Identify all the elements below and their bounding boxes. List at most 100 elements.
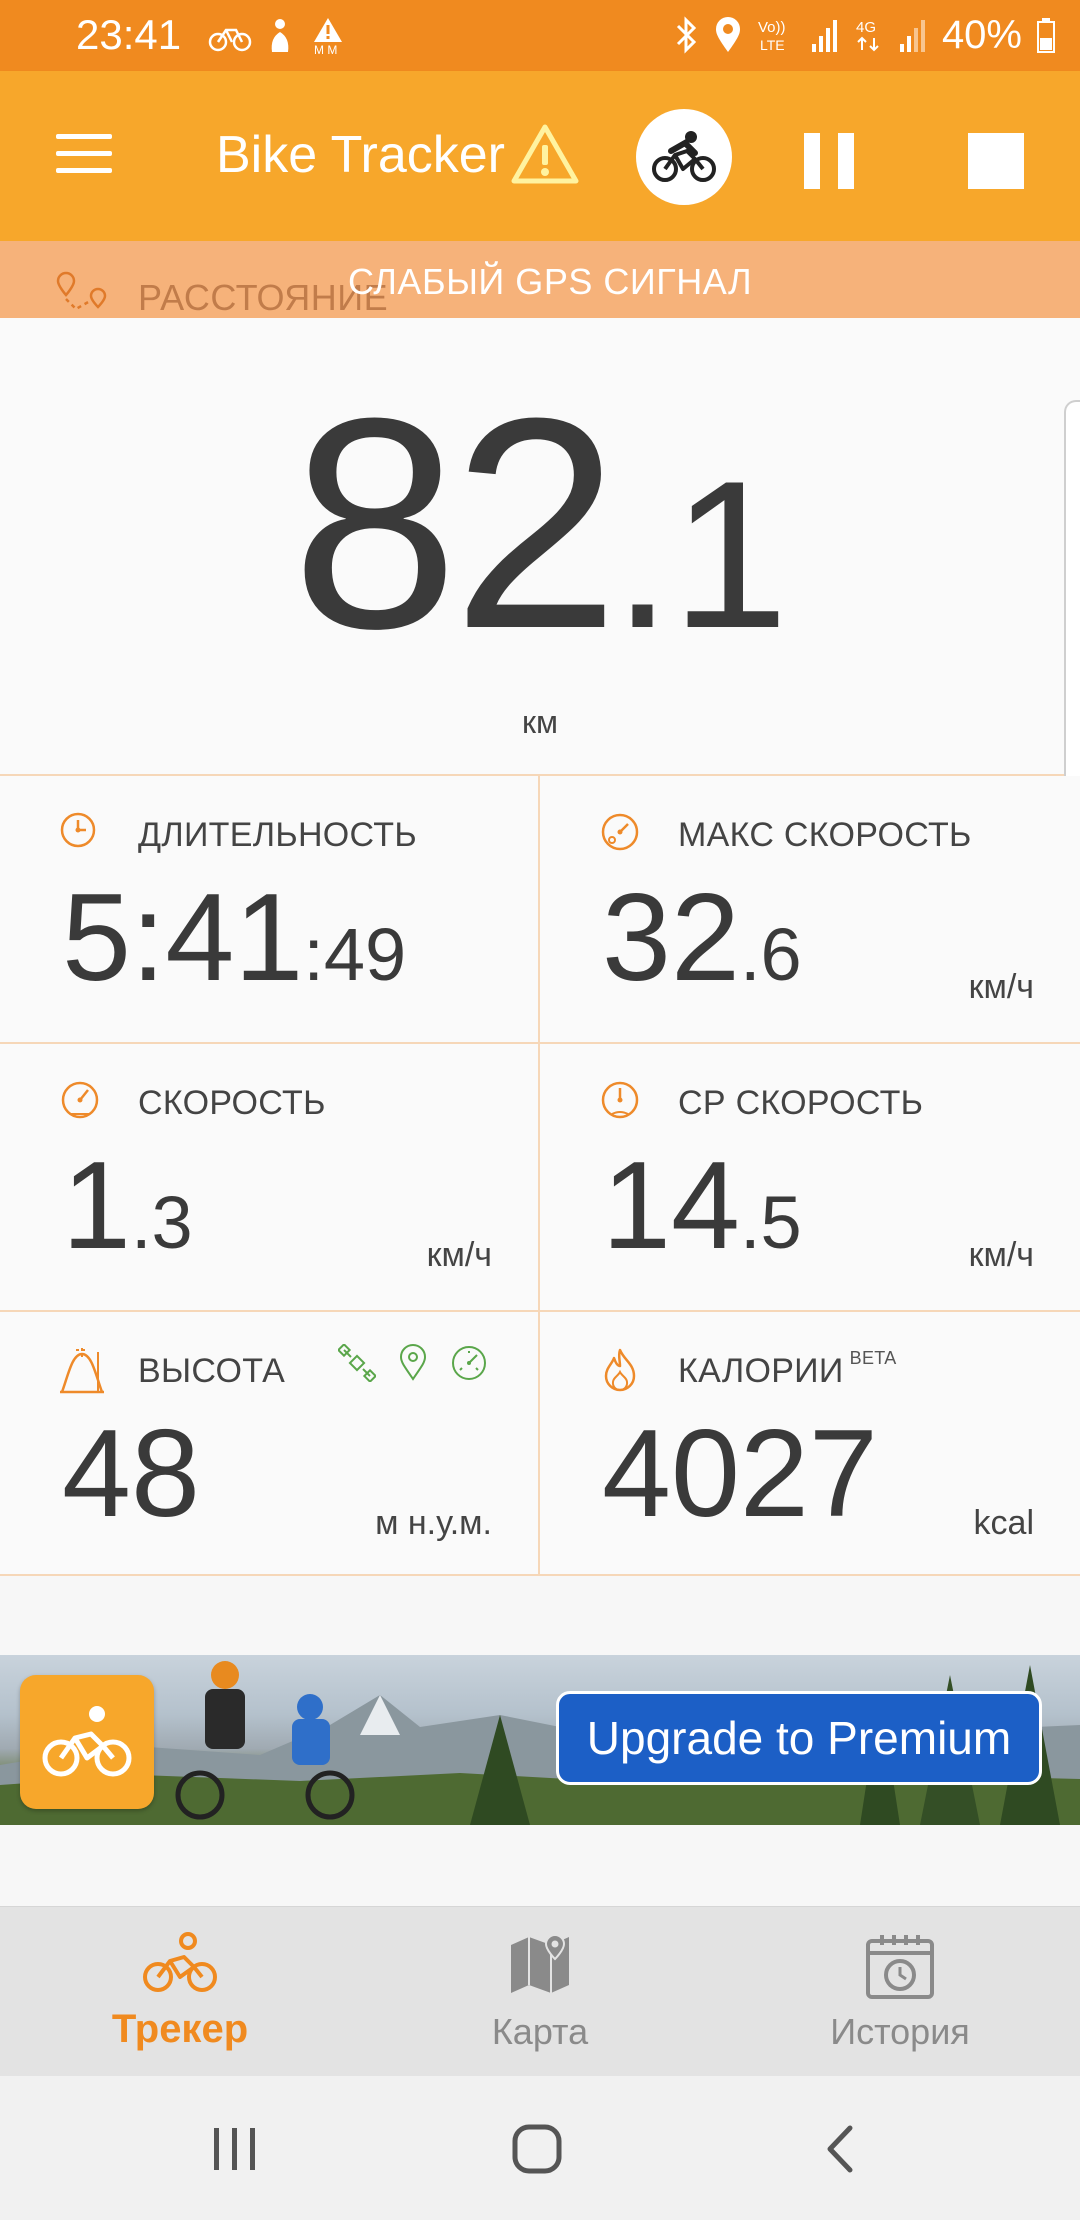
network-4g-icon: 4G — [856, 19, 879, 52]
avg-speed-decimal: .5 — [739, 1181, 802, 1264]
speedometer-avg-icon — [601, 1081, 639, 1119]
altitude-icon — [60, 1348, 104, 1394]
clock-icon — [60, 812, 96, 848]
recent-apps-icon[interactable] — [210, 2124, 260, 2174]
person-notification-icon — [271, 19, 289, 52]
status-time: 23:41 — [76, 11, 182, 58]
tab-history[interactable]: История — [720, 1907, 1080, 2077]
gps-warning-strip: РАССТОЯНИЕ СЛАБЫЙ GPS СИГНАЛ — [0, 241, 1080, 318]
gps-warning-text: СЛАБЫЙ GPS СИГНАЛ — [348, 261, 753, 302]
premium-banner[interactable]: Upgrade to Premium — [0, 1655, 1080, 1825]
speedometer-icon — [61, 1081, 99, 1119]
duration-seconds: :49 — [303, 913, 407, 996]
avg-speed-label: СР СКОРОСТЬ — [678, 1084, 924, 1122]
duration-main: 5:41 — [62, 869, 304, 1007]
svg-text:4G: 4G — [856, 19, 876, 36]
app-title: Bike Tracker — [216, 126, 505, 184]
altitude-cell[interactable]: ВЫСОТА 48 м н.у.м. — [0, 1312, 540, 1576]
system-navigation-bar — [0, 2076, 1080, 2220]
pause-bar — [838, 133, 854, 189]
duration-cell[interactable]: ДЛИТЕЛЬНОСТЬ 5:41:49 — [0, 776, 540, 1044]
mm-label: M M — [314, 43, 337, 56]
distance-integer: 82 — [291, 355, 620, 691]
warning-triangle-icon[interactable] — [510, 123, 580, 185]
satellite-icon[interactable] — [338, 1344, 376, 1382]
calories-value: 4027 — [602, 1412, 878, 1536]
altitude-label: ВЫСОТА — [138, 1352, 286, 1390]
max-speed-value: 32.6 — [602, 876, 802, 1000]
avg-speed-main: 14 — [602, 1137, 740, 1275]
app-bar: Bike Tracker — [0, 71, 1080, 241]
signal-icon-1 — [811, 20, 837, 52]
speed-main: 1 — [62, 1137, 131, 1275]
pause-button[interactable] — [804, 133, 854, 189]
speed-value: 1.3 — [62, 1144, 193, 1268]
cyclist-icon — [652, 131, 716, 182]
pause-bar — [804, 133, 820, 189]
max-speed-cell[interactable]: МАКС СКОРОСТЬ 32.6 км/ч — [540, 776, 1080, 1044]
distance-fraction: .1 — [613, 437, 789, 672]
notification-icons: M M — [208, 16, 358, 61]
bike-notification-icon — [208, 28, 252, 52]
altitude-sources — [338, 1344, 488, 1382]
calories-unit: kcal — [973, 1504, 1034, 1542]
system-status-icons: Vo)) LTE 4G 40% — [674, 10, 1056, 60]
barometer-icon[interactable] — [450, 1344, 488, 1382]
map-icon — [511, 1933, 569, 1993]
avg-speed-cell[interactable]: СР СКОРОСТЬ 14.5 км/ч — [540, 1044, 1080, 1312]
history-calendar-icon — [866, 1935, 934, 1999]
beta-badge: BETA — [849, 1348, 897, 1368]
calories-label-wrap: КАЛОРИИ BETA — [678, 1348, 897, 1391]
distance-value: 82.1 — [0, 373, 1080, 673]
max-speed-decimal: .6 — [739, 913, 802, 996]
max-speed-unit: км/ч — [968, 968, 1034, 1006]
volte-icon: Vo))LTE — [758, 19, 786, 53]
tracker-cyclist-icon — [143, 1932, 217, 1992]
tab-history-label: История — [830, 2011, 970, 2052]
altitude-main: 48 — [62, 1405, 200, 1543]
duration-value: 5:41:49 — [62, 876, 406, 1000]
speed-cell[interactable]: СКОРОСТЬ 1.3 км/ч — [0, 1044, 540, 1312]
altitude-value: 48 — [62, 1412, 200, 1536]
menu-button[interactable] — [50, 125, 118, 185]
distance-unit: км — [522, 704, 558, 740]
tab-map-label: Карта — [491, 2011, 589, 2052]
back-icon[interactable] — [820, 2122, 860, 2176]
battery-percent: 40% — [941, 12, 1022, 57]
tab-map[interactable]: Карта — [360, 1907, 720, 2077]
route-icon — [56, 271, 107, 311]
avg-speed-value: 14.5 — [602, 1144, 802, 1268]
duration-label: ДЛИТЕЛЬНОСТЬ — [138, 816, 417, 854]
max-speed-main: 32 — [602, 869, 740, 1007]
bottom-navigation: Трекер Карта История — [0, 1906, 1080, 2077]
altitude-unit: м н.у.м. — [375, 1504, 492, 1542]
home-icon[interactable] — [510, 2122, 564, 2176]
battery-icon — [1037, 18, 1055, 53]
calories-label: КАЛОРИИ — [678, 1352, 844, 1390]
distance-card: 82.1 км — [0, 318, 1080, 814]
svg-text:LTE: LTE — [760, 37, 785, 53]
calories-cell[interactable]: КАЛОРИИ BETA 4027 kcal — [540, 1312, 1080, 1576]
location-icon — [715, 17, 740, 52]
speedometer-max-icon — [601, 813, 639, 851]
tab-tracker[interactable]: Трекер — [0, 1907, 360, 2077]
calories-main: 4027 — [602, 1405, 878, 1543]
avg-speed-unit: км/ч — [968, 1236, 1034, 1274]
upgrade-premium-button[interactable]: Upgrade to Premium — [556, 1691, 1042, 1785]
bluetooth-icon — [676, 16, 697, 54]
menu-line — [56, 134, 112, 139]
activity-mode-button[interactable] — [636, 109, 732, 205]
tab-tracker-label: Трекер — [111, 2007, 249, 2051]
speed-decimal: .3 — [130, 1181, 193, 1264]
cyclist-logo-icon — [42, 1706, 132, 1777]
max-speed-label: МАКС СКОРОСТЬ — [678, 816, 972, 854]
flame-icon — [604, 1348, 636, 1392]
signal-icon-2 — [899, 20, 925, 52]
speed-label: СКОРОСТЬ — [138, 1084, 326, 1122]
speed-unit: км/ч — [426, 1236, 492, 1274]
status-bar: 23:41 M M Vo)) LTE 4G 40% — [0, 0, 1080, 71]
location-pin-icon[interactable] — [398, 1344, 428, 1382]
edge-panel-handle[interactable] — [1064, 400, 1080, 814]
stop-button[interactable] — [968, 133, 1024, 189]
svg-text:Vo)): Vo)) — [758, 19, 786, 36]
